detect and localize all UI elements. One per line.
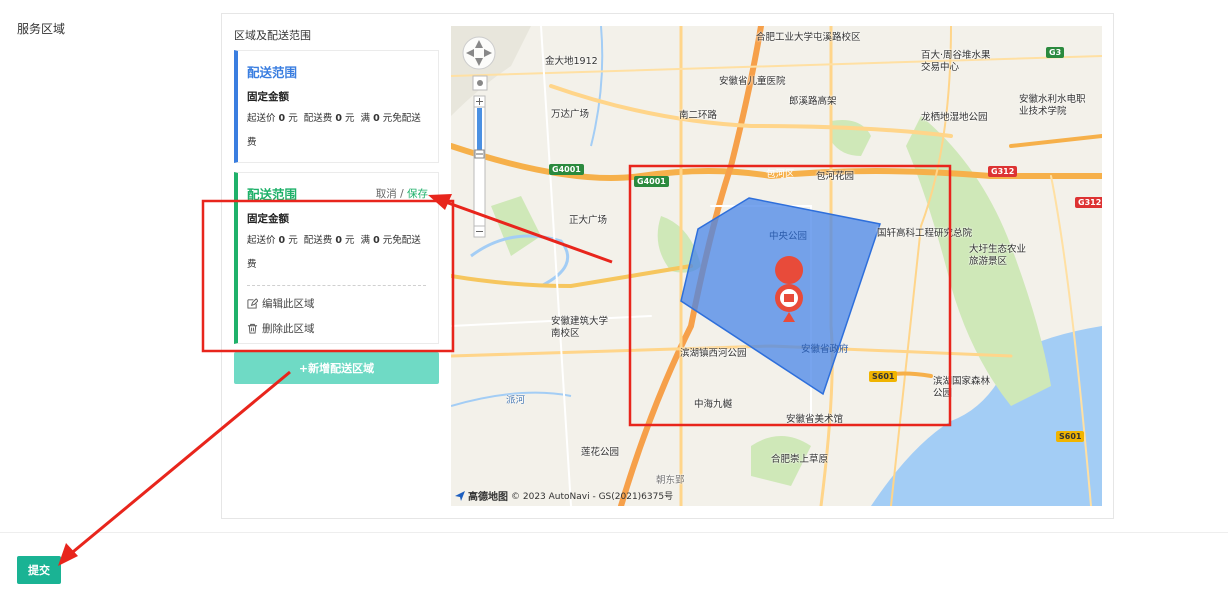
map-label: 中海九樾 (694, 399, 733, 410)
amap-logo-icon (455, 490, 465, 501)
service-area-label: 服务区域 (17, 22, 66, 36)
road-badge: G4001 (549, 164, 584, 175)
card-actions: 取消 / 保存 (376, 186, 428, 201)
start-price-label: 起送价 (247, 235, 276, 246)
delete-zone-button[interactable]: 删除此区域 (247, 321, 315, 336)
divider (247, 285, 426, 286)
free-label: 满 (360, 113, 371, 124)
road-badge: S601 (869, 371, 898, 382)
map-brand: 高德地图 (468, 492, 508, 503)
map-label: 安徽省美术馆 (786, 414, 844, 425)
trash-icon (247, 323, 258, 334)
map-label: 滨湖镇西河公园 (680, 348, 747, 359)
map-label: 合肥工业大学屯溪路校区 (756, 32, 861, 43)
fee-value: 0 (335, 235, 342, 246)
free-suffix: 元免配送 (382, 235, 421, 246)
map-label: 国轩高科工程研究总院 (877, 228, 973, 239)
road-badge: G312 (1075, 197, 1102, 208)
map-copyright: © 2023 AutoNavi - GS(2021)6375号 (511, 492, 674, 502)
free-value: 0 (373, 235, 380, 246)
submit-button[interactable]: 提交 (17, 556, 61, 584)
map-label: 百大·周谷堆水果交易中心 (921, 50, 991, 73)
map-label: 安徽省儿童医院 (719, 76, 786, 87)
yuan-unit: 元 (288, 235, 298, 246)
yuan-unit: 元 (288, 113, 298, 124)
map-label: 万达广场 (551, 109, 590, 120)
fixed-amount-label: 固定金额 (247, 91, 289, 103)
map-label: 派河 (506, 395, 526, 406)
edit-zone-label: 编辑此区域 (262, 298, 315, 310)
delivery-zone-card-2[interactable]: 配送范围 取消 / 保存 固定金额 起送价 0 元 配送费 0 元 满 0 元免… (234, 172, 439, 344)
map-label: 合肥崇上草原 (771, 454, 829, 465)
road-badge: G4001 (634, 176, 669, 187)
delivery-zone-card-1[interactable]: 配送范围 固定金额 起送价 0 元 配送费 0 元 满 0 元免配送 费 (234, 50, 439, 163)
footer-divider (0, 532, 1228, 533)
start-price-value: 0 (278, 235, 286, 246)
road-badge: S601 (1056, 431, 1085, 442)
edit-icon (247, 298, 258, 309)
map-label: 龙栖地湿地公园 (921, 112, 988, 123)
panel-title: 区域及配送范围 (234, 29, 311, 42)
fee-label: 配送费 (303, 113, 333, 124)
save-button[interactable]: 保存 (407, 188, 428, 200)
map-label: 朝东郢 (656, 475, 685, 486)
map-label: 安徽省政府 (801, 344, 849, 355)
free-label: 满 (360, 235, 371, 246)
action-separator: / (400, 188, 404, 200)
map-view[interactable]: 金大地1912 合肥工业大学屯溪路校区 安徽省儿童医院 郎溪路高架 万达广场 南… (451, 26, 1102, 506)
map-label: 金大地1912 (545, 56, 598, 67)
map-label: 安徽水利水电职业技术学院 (1019, 94, 1086, 117)
map-label: 包河区 (766, 169, 795, 180)
add-delivery-zone-button[interactable]: +新增配送区域 (234, 352, 439, 384)
free-suffix-line2: 费 (247, 259, 257, 270)
card-title: 配送范围 (247, 187, 298, 202)
page-root: 服务区域 区域及配送范围 配送范围 固定金额 起送价 0 元 配送费 0 元 满… (0, 0, 1228, 594)
road-badge: G3 (1046, 47, 1065, 58)
map-label: 大圩生态农业旅游景区 (969, 244, 1027, 267)
map-label: 中央公园 (769, 231, 808, 242)
price-line: 起送价 0 元 配送费 0 元 满 0 元免配送 (247, 107, 432, 131)
cancel-button[interactable]: 取消 (376, 188, 397, 200)
yuan-unit: 元 (344, 113, 355, 124)
map-credits: 高德地图 © 2023 AutoNavi - GS(2021)6375号 (455, 488, 673, 503)
map-label: 郎溪路高架 (789, 96, 837, 107)
map-label: 安徽建筑大学南校区 (551, 316, 609, 339)
road-badge: G312 (988, 166, 1018, 177)
start-price-label: 起送价 (247, 113, 276, 124)
map-label: 正大广场 (569, 215, 608, 226)
free-suffix: 元免配送 (382, 113, 421, 124)
yuan-unit: 元 (344, 235, 355, 246)
map-label: 滨湖国家森林公园 (933, 376, 991, 399)
start-price-value: 0 (278, 113, 286, 124)
price-line: 起送价 0 元 配送费 0 元 满 0 元免配送 (247, 229, 432, 253)
map-label: 南二环路 (679, 110, 718, 121)
card-title: 配送范围 (247, 65, 298, 80)
map-label: 莲花公园 (581, 447, 620, 458)
edit-zone-button[interactable]: 编辑此区域 (247, 296, 315, 311)
delete-zone-label: 删除此区域 (262, 323, 315, 335)
free-value: 0 (373, 113, 380, 124)
free-suffix-line2: 费 (247, 137, 257, 148)
fee-label: 配送费 (303, 235, 333, 246)
fixed-amount-label: 固定金额 (247, 213, 289, 225)
map-label: 包河花园 (816, 171, 855, 182)
fee-value: 0 (335, 113, 342, 124)
